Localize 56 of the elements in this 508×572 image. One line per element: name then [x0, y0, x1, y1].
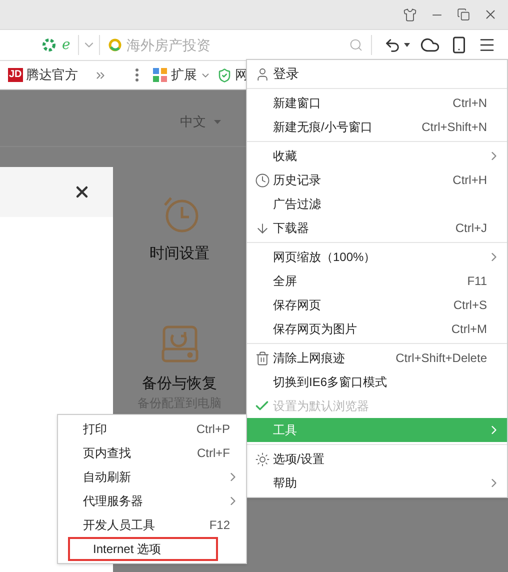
menu-item[interactable]: 登录	[247, 62, 507, 86]
menu-item[interactable]: 帮助	[247, 471, 507, 495]
menu-item[interactable]: 网页缩放（100%）	[247, 245, 507, 269]
trash-icon	[254, 350, 270, 366]
menu-item[interactable]: 历史记录 Ctrl+H	[247, 168, 507, 192]
more-vertical-icon	[134, 68, 139, 82]
menu-item[interactable]: 广告过滤	[247, 192, 507, 216]
undo-icon[interactable]	[384, 36, 401, 54]
shortcut-text: Ctrl+N	[452, 95, 487, 112]
menu-item[interactable]: 开发人员工具 F12	[58, 513, 246, 537]
jd-logo: JD	[8, 68, 23, 82]
caret-icon	[214, 120, 221, 124]
user-icon	[254, 66, 270, 82]
shield-icon	[216, 68, 232, 82]
shortcut-text: Ctrl+M	[451, 321, 487, 338]
menu-item[interactable]: 新建窗口 Ctrl+N	[247, 91, 507, 115]
menu-item[interactable]: 下载器 Ctrl+J	[247, 216, 507, 240]
caret-icon	[404, 43, 410, 47]
menu-item[interactable]: 清除上网痕迹 Ctrl+Shift+Delete	[247, 346, 507, 370]
menu-item[interactable]: 保存网页 Ctrl+S	[247, 293, 507, 317]
search-engine-icon	[108, 38, 122, 52]
menu-item[interactable]: 打印 Ctrl+P	[58, 417, 246, 441]
menu-item[interactable]: 页内查找 Ctrl+F	[58, 441, 246, 465]
menu-item[interactable]: 保存网页为图片 Ctrl+M	[247, 317, 507, 341]
loading-icon	[42, 38, 56, 52]
tile-title: 时间设置	[150, 244, 210, 264]
shortcut-text: Ctrl+Shift+N	[422, 119, 487, 136]
search-icon	[349, 38, 363, 52]
restore-icon[interactable]	[457, 8, 470, 21]
bookmark[interactable]: 扩展	[152, 65, 211, 85]
shortcut-text: F12	[209, 517, 230, 534]
shortcut-text: Ctrl+F	[197, 445, 230, 462]
menu-item[interactable]: 全屏 F11	[247, 269, 507, 293]
shortcut-text: Ctrl+Shift+Delete	[396, 350, 487, 367]
menu-item[interactable]: 新建无痕/小号窗口 Ctrl+Shift+N	[247, 115, 507, 139]
menu-icon[interactable]	[478, 36, 496, 54]
extension-icon	[152, 68, 168, 82]
shortcut-text: Ctrl+P	[196, 421, 230, 438]
menu-item[interactable]: 代理服务器	[58, 489, 246, 513]
shortcut-text: Ctrl+H	[452, 172, 487, 189]
skin-icon[interactable]	[403, 8, 417, 22]
menu-item[interactable]: 自动刷新	[58, 465, 246, 489]
menu-item[interactable]: 选项/设置	[247, 447, 507, 471]
settings-icon	[254, 452, 270, 466]
menu-item[interactable]: Internet 选项	[68, 537, 218, 561]
menu-item[interactable]: 收藏	[247, 144, 507, 168]
download-icon	[254, 220, 270, 236]
shortcut-text: Ctrl+S	[453, 297, 487, 314]
shortcut-text: F11	[467, 273, 487, 290]
shortcut-text: Ctrl+J	[455, 220, 487, 237]
clock-icon	[254, 172, 270, 188]
bookmark[interactable]: JD 腾达官方	[8, 65, 78, 85]
tile-title: 备份与恢复	[142, 374, 217, 394]
menu-item[interactable]: 切换到IE6多窗口模式	[247, 370, 507, 394]
search-field[interactable]: 海外房产投资	[126, 34, 349, 56]
phone-icon[interactable]	[450, 36, 468, 54]
